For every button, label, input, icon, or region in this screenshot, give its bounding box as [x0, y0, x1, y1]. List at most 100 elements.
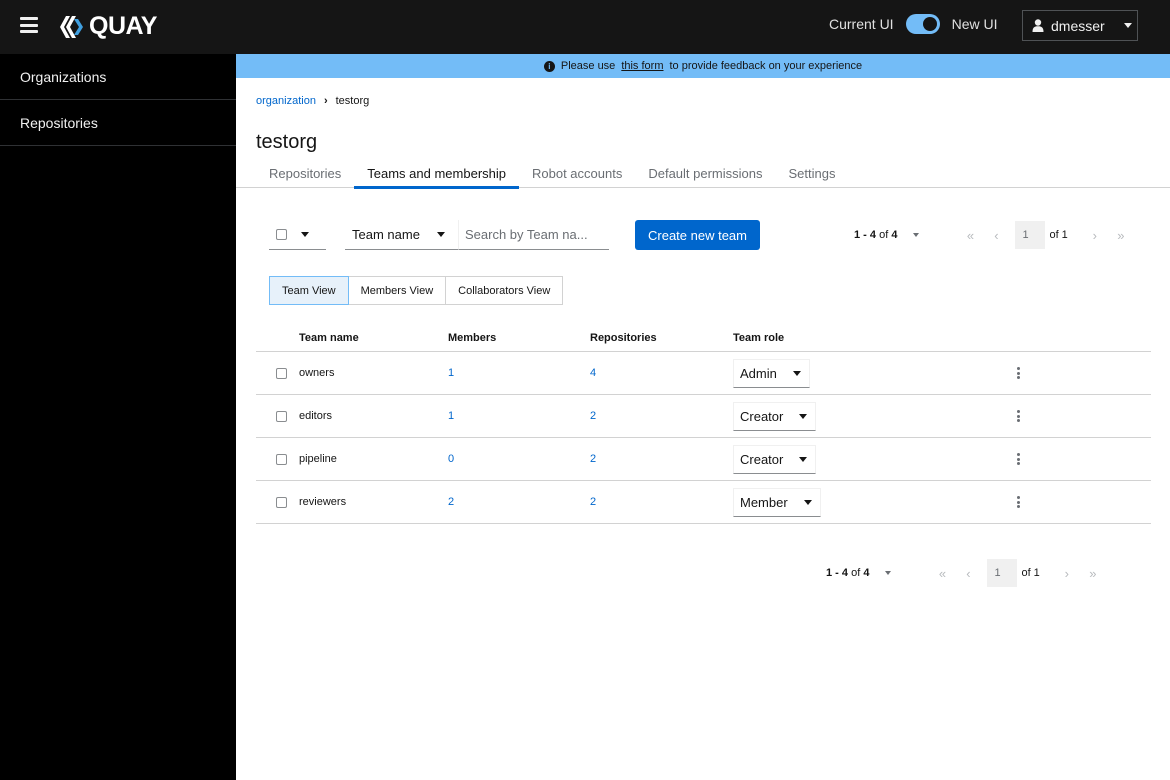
username: dmesser: [1051, 17, 1105, 34]
column-header-repositories[interactable]: Repositories: [590, 324, 657, 351]
row-checkbox[interactable]: [276, 410, 287, 422]
next-page-icon[interactable]: ›: [1054, 566, 1080, 581]
feedback-banner: i Please use this form to provide feedba…: [236, 54, 1170, 78]
teams-table: Team name Members Repositories Team role…: [256, 324, 1151, 524]
top-pagination: 1 - 4 of 4 « ‹ 1 of 1 › »: [854, 220, 1134, 250]
row-checkbox[interactable]: [276, 453, 287, 465]
current-page-input[interactable]: 1: [987, 559, 1018, 587]
page-count: of 1: [1021, 567, 1040, 579]
row-checkbox[interactable]: [276, 367, 287, 379]
user-menu-dropdown[interactable]: dmesser: [1022, 10, 1138, 41]
first-page-icon[interactable]: «: [957, 228, 983, 243]
caret-down-icon: [803, 499, 812, 505]
caret-down-icon: [885, 571, 892, 575]
masthead: QUAY Current UI New UI dmesser: [0, 0, 1170, 54]
pagination-range: 1 - 4 of 4: [854, 229, 898, 241]
members-count-link[interactable]: 1: [448, 352, 454, 394]
kebab-menu-icon[interactable]: [1013, 492, 1024, 512]
previous-page-icon[interactable]: ‹: [983, 228, 1009, 243]
tab-default-permissions[interactable]: Default permissions: [635, 158, 775, 188]
select-all-checkbox[interactable]: [276, 229, 287, 240]
caret-down-icon: [1123, 23, 1132, 28]
sidebar-item-repositories[interactable]: Repositories: [0, 100, 236, 146]
repositories-count-link[interactable]: 2: [590, 438, 596, 480]
next-page-icon[interactable]: ›: [1082, 228, 1108, 243]
caret-down-icon: [436, 232, 445, 237]
sidebar-item-label: Organizations: [20, 68, 107, 85]
per-page-dropdown[interactable]: 1 - 4 of 4: [826, 567, 892, 579]
bottom-pagination: 1 - 4 of 4 « ‹ 1 of 1 › »: [826, 558, 1106, 588]
team-role-value: Creator: [740, 451, 784, 467]
current-ui-label: Current UI: [829, 16, 894, 32]
kebab-menu-icon[interactable]: [1013, 363, 1024, 383]
table-header: Team name Members Repositories Team role: [256, 324, 1151, 352]
caret-down-icon: [301, 232, 309, 237]
per-page-dropdown[interactable]: 1 - 4 of 4: [854, 229, 920, 241]
ui-switch[interactable]: [905, 14, 940, 34]
repositories-count-link[interactable]: 2: [590, 395, 596, 437]
column-header-team-name[interactable]: Team name: [299, 324, 359, 351]
sidebar-item-organizations[interactable]: Organizations: [0, 54, 236, 100]
team-role-value: Admin: [740, 365, 777, 381]
filter-attribute-select[interactable]: Team name: [345, 220, 458, 250]
repositories-count-link[interactable]: 4: [590, 352, 596, 394]
view-toggle-group: Team View Members View Collaborators Vie…: [269, 276, 564, 305]
tab-label: Settings: [788, 165, 836, 181]
collaborators-view-button[interactable]: Collaborators View: [446, 276, 564, 305]
page-count: of 1: [1049, 229, 1068, 241]
pagination-range: 1 - 4 of 4: [826, 567, 870, 579]
last-page-icon[interactable]: »: [1108, 228, 1134, 243]
quay-logo[interactable]: QUAY: [59, 12, 157, 41]
breadcrumb-current: testorg: [335, 95, 370, 107]
tab-label: Robot accounts: [532, 165, 623, 181]
tab-teams-and-membership[interactable]: Teams and membership: [354, 158, 519, 189]
tab-robot-accounts[interactable]: Robot accounts: [519, 158, 635, 188]
kebab-menu-icon[interactable]: [1013, 449, 1024, 469]
team-role-select[interactable]: Admin: [733, 358, 810, 388]
tab-settings[interactable]: Settings: [776, 158, 849, 188]
team-view-button[interactable]: Team View: [269, 276, 349, 305]
hamburger-menu-icon[interactable]: [20, 17, 38, 33]
team-role-select[interactable]: Member: [733, 487, 821, 517]
new-ui-label: New UI: [951, 16, 998, 32]
current-page-input[interactable]: 1: [1015, 221, 1046, 249]
tab-label: Repositories: [269, 165, 342, 181]
first-page-icon[interactable]: «: [929, 566, 955, 581]
ui-version-toggle: Current UI New UI: [829, 14, 997, 34]
caret-down-icon: [799, 413, 808, 419]
team-role-select[interactable]: Creator: [733, 444, 817, 474]
bulk-select-dropdown[interactable]: [269, 220, 326, 250]
org-tabs: Repositories Teams and membership Robot …: [236, 158, 1170, 189]
team-role-value: Member: [740, 494, 788, 510]
table-row: pipeline 0 2 Creator: [256, 438, 1151, 481]
tab-label: Teams and membership: [367, 165, 506, 181]
column-header-members[interactable]: Members: [448, 324, 496, 351]
caret-down-icon: [799, 456, 808, 462]
previous-page-icon[interactable]: ‹: [955, 566, 981, 581]
breadcrumb-organization[interactable]: organization: [256, 95, 316, 107]
members-count-link[interactable]: 2: [448, 481, 454, 523]
members-view-button[interactable]: Members View: [348, 276, 447, 305]
create-new-team-button[interactable]: Create new team: [635, 220, 760, 250]
feedback-form-link[interactable]: this form: [621, 60, 663, 72]
main-content: organization › testorg testorg Repositor…: [236, 78, 1170, 780]
last-page-icon[interactable]: »: [1080, 566, 1106, 581]
team-search-input[interactable]: [458, 220, 609, 250]
members-count-link[interactable]: 0: [448, 438, 454, 480]
info-icon: i: [543, 60, 555, 72]
team-role-select[interactable]: Creator: [733, 401, 817, 431]
quay-logo-icon: [60, 15, 83, 38]
column-header-team-role[interactable]: Team role: [733, 324, 784, 351]
banner-suffix: to provide feedback on your experience: [669, 60, 863, 72]
row-checkbox[interactable]: [276, 496, 287, 508]
tab-repositories[interactable]: Repositories: [256, 158, 354, 188]
user-icon: [1032, 19, 1044, 32]
logo-text: QUAY: [89, 12, 157, 40]
team-name: pipeline: [299, 453, 337, 465]
team-name: owners: [299, 367, 335, 379]
members-count-link[interactable]: 1: [448, 395, 454, 437]
team-name: reviewers: [299, 496, 347, 508]
repositories-count-link[interactable]: 2: [590, 481, 596, 523]
tab-label: Default permissions: [648, 165, 763, 181]
kebab-menu-icon[interactable]: [1013, 406, 1024, 426]
